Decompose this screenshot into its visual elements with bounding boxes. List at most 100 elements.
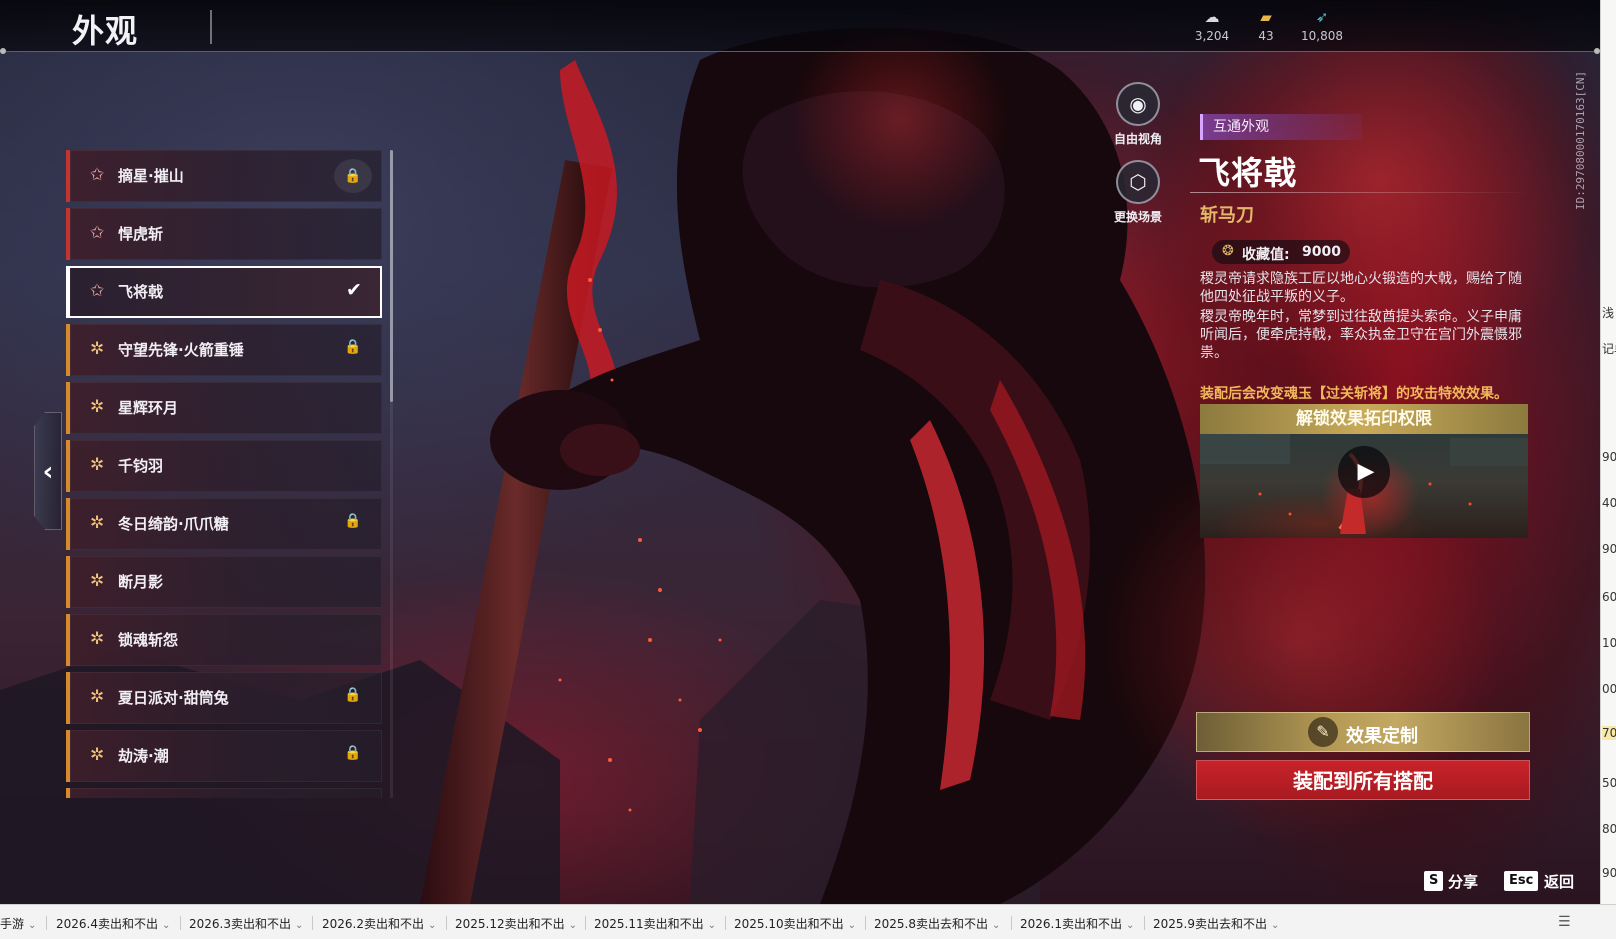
sheet-tab-label: 手游 — [0, 917, 25, 931]
flower-icon: ✲ — [90, 629, 105, 649]
background-spreadsheet-edge: 浅 记单 90 40 90 60 10 00 70 50 80 90 — [1600, 0, 1616, 904]
effect-customize-label: 效果定制 — [1346, 726, 1418, 747]
chevron-down-icon: ⌄ — [28, 920, 37, 931]
sheet-divider — [725, 916, 726, 930]
lock-icon: 🔒 — [344, 339, 362, 355]
sheet-tab-label: 2025.11卖出和不出 — [594, 917, 704, 931]
list-scrollbar-thumb[interactable] — [390, 150, 393, 402]
sheet-tab-label: 2025.12卖出和不出 — [455, 917, 565, 931]
list-item[interactable]: ✲ 星辉环月 — [66, 382, 382, 434]
sheet-divider — [46, 916, 47, 930]
list-item[interactable]: ✲ 守望先锋·火箭重锤 🔒 — [66, 324, 382, 376]
description-paragraph-1: 稷灵帝请求隐族工匠以地心火锻造的大戟，赐给了随他四处征战平叛的义子。 — [1200, 271, 1522, 305]
currency-ticket[interactable]: ▰ 43 — [1236, 8, 1296, 43]
chevron-down-icon: ⌄ — [847, 920, 857, 931]
list-item-name: 守望先锋·火箭重锤 — [118, 341, 244, 359]
effect-note: 装配后会改变魂玉【过关斩将】的攻击特效效果。 — [1200, 386, 1508, 402]
list-item-name: 摘星·摧山 — [118, 167, 184, 185]
skin-name: 飞将戟 — [1198, 154, 1298, 192]
list-item-partial[interactable] — [66, 788, 382, 798]
interop-tag: 互通外观 — [1200, 114, 1362, 140]
currency-value: 3,204 — [1194, 29, 1230, 43]
list-item[interactable]: ✲ 劫涛·潮 🔒 — [66, 730, 382, 782]
list-item-name: 星辉环月 — [118, 399, 179, 417]
lock-icon: 🔒 — [344, 745, 362, 761]
list-item-name: 千钧羽 — [118, 457, 164, 475]
lock-icon: 🔒 — [344, 513, 362, 529]
feather-icon: ➶ — [1315, 8, 1329, 26]
sheet-tab[interactable]: 2025.12卖出和不出 ⌄ — [455, 915, 577, 932]
list-item-name: 夏日派对·甜筒兔 — [118, 689, 229, 707]
sheet-divider — [446, 916, 447, 930]
sheet-tab[interactable]: 2025.11卖出和不出 ⌄ — [594, 915, 716, 932]
sheet-tab-label: 2025.8卖出去和不出 — [874, 917, 988, 931]
sheet-tab[interactable]: 2026.3卖出和不出 ⌄ — [189, 915, 303, 932]
edge-cell: 90 — [1602, 542, 1616, 556]
chevron-down-icon: ⌄ — [707, 920, 717, 931]
brush-icon: ✎ — [1308, 717, 1338, 747]
sheet-tab-label: 2026.4卖出和不出 — [56, 917, 158, 931]
edge-cell: 40 — [1602, 496, 1616, 510]
sheet-divider — [1011, 916, 1012, 930]
esc-key: Esc — [1504, 871, 1539, 891]
sheet-divider — [865, 916, 866, 930]
list-item-name: 劫涛·潮 — [118, 747, 169, 765]
check-icon: ✔ — [346, 279, 362, 301]
star-icon: ✩ — [90, 223, 105, 243]
sheet-tab[interactable]: 手游 ⌄ — [0, 915, 36, 932]
play-icon: ▶ — [1357, 459, 1375, 484]
chevron-left-icon: ‹ — [42, 457, 54, 487]
collapse-list-button[interactable]: ‹ — [34, 412, 62, 530]
share-key: S — [1424, 871, 1444, 891]
cloud-coin-icon: ☁ — [1204, 8, 1220, 26]
list-item-name: 断月影 — [118, 573, 164, 591]
flower-icon: ✲ — [90, 339, 105, 359]
sheet-tab[interactable]: 2025.10卖出和不出 ⌄ — [734, 915, 856, 932]
sheet-list-icon[interactable]: ☰ — [1558, 914, 1571, 930]
list-item[interactable]: ✲ 断月影 — [66, 556, 382, 608]
back-hint[interactable]: 返回 — [1544, 871, 1574, 892]
edge-cell: 90 — [1602, 866, 1616, 880]
chevron-down-icon: ⌄ — [1126, 920, 1135, 931]
collection-icon: ❂ — [1222, 243, 1234, 259]
list-item-name: 飞将戟 — [118, 283, 164, 301]
list-item-name: 冬日绮韵·爪爪糖 — [118, 515, 229, 533]
currency-feather[interactable]: ➶ 10,808 — [1292, 8, 1352, 43]
sheet-tab[interactable]: 2026.1卖出和不出 ⌄ — [1020, 915, 1134, 932]
sheet-tab[interactable]: 2025.8卖出去和不出 ⌄ — [874, 915, 1000, 932]
change-scene-label: 更换场景 — [1113, 210, 1162, 224]
sheet-tab-bar: 手游 ⌄ 2026.4卖出和不出 ⌄ 2026.3卖出和不出 ⌄ 2026.2卖出和不… — [0, 904, 1616, 939]
sheet-tab[interactable]: 2026.2卖出和不出 ⌄ — [322, 915, 436, 932]
sheet-tab[interactable]: 2025.9卖出去和不出 ⌄ — [1153, 915, 1279, 932]
edge-cell: 浅 — [1602, 306, 1615, 320]
currency-value: 43 — [1258, 29, 1274, 43]
edge-cell: 60 — [1602, 590, 1616, 604]
list-item-name: 悍虎斩 — [118, 225, 164, 243]
list-item[interactable]: ✲ 千钧羽 — [66, 440, 382, 492]
chevron-down-icon: ⌄ — [568, 920, 578, 931]
list-item-selected[interactable]: ✩ 飞将戟 ✔ — [66, 266, 382, 318]
list-item[interactable]: ✲ 夏日派对·甜筒兔 🔒 — [66, 672, 382, 724]
list-item[interactable]: ✩ 悍虎斩 — [66, 208, 382, 260]
list-item[interactable]: ✩ 摘星·摧山 🔒 — [66, 150, 382, 202]
sheet-tab-label: 2026.3卖出和不出 — [189, 917, 291, 931]
equip-all-button[interactable]: 装配到所有搭配 — [1196, 760, 1530, 800]
lock-icon: 🔒 — [334, 159, 372, 193]
unlock-effect-header: 解锁效果拓印权限 — [1200, 404, 1528, 434]
list-item[interactable]: ✲ 锁魂斩怨 — [66, 614, 382, 666]
game-viewport: 外观 ☁ 3,204 ▰ 43 ➶ 10,808 ‹ ✩ 摘星·摧山 🔒 ✩ 悍… — [0, 0, 1600, 904]
sheet-tab-label: 2026.1卖出和不出 — [1020, 917, 1122, 931]
list-item[interactable]: ✲ 冬日绮韵·爪爪糖 🔒 — [66, 498, 382, 550]
currency-cloud-coin[interactable]: ☁ 3,204 — [1182, 8, 1242, 43]
free-view-button[interactable]: ◉ — [1116, 82, 1160, 126]
sheet-tab[interactable]: 2026.4卖出和不出 ⌄ — [56, 915, 170, 932]
edge-cell: 50 — [1602, 776, 1616, 790]
play-button[interactable]: ▶ — [1338, 446, 1390, 498]
sheet-tab-label: 2026.2卖出和不出 — [322, 917, 424, 931]
edge-cell: 10 — [1602, 636, 1616, 650]
change-scene-button[interactable]: ⬡ — [1116, 160, 1160, 204]
collect-value: 9000 — [1302, 244, 1341, 260]
share-hint[interactable]: 分享 — [1448, 871, 1478, 892]
edge-cell: 90 — [1602, 450, 1616, 464]
collect-label: 收藏值: — [1242, 247, 1290, 263]
